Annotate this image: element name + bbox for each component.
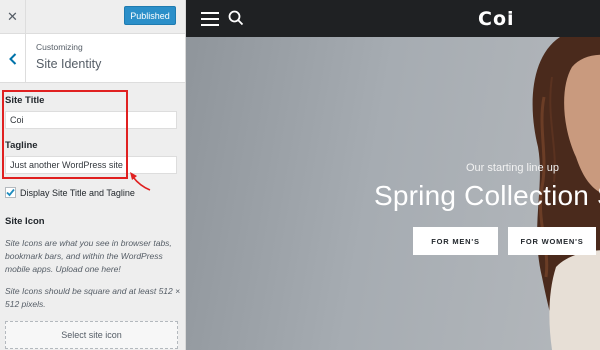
search-icon[interactable] [228, 10, 244, 26]
for-womens-button[interactable]: FOR WOMEN'S [508, 227, 596, 255]
customizer-sidebar: ✕ Published Customizing Site Identity Si… [0, 0, 186, 350]
select-site-icon-button[interactable]: Select site icon [5, 321, 178, 349]
customizer-topbar: ✕ Published [0, 0, 185, 34]
display-title-checkbox[interactable] [5, 187, 16, 198]
display-title-checkbox-row[interactable]: Display Site Title and Tagline [5, 187, 135, 198]
chevron-left-icon [8, 52, 16, 65]
hamburger-menu-icon[interactable] [201, 12, 219, 26]
section-title: Site Identity [36, 57, 102, 71]
site-header: Coi [186, 0, 600, 37]
hero-tagline: Our starting line up [466, 162, 559, 174]
site-icon-size-note: Site Icons should be square and at least… [5, 286, 181, 309]
site-preview: Coi Our starting line up Spring Collecti… [186, 0, 600, 350]
close-icon[interactable]: ✕ [0, 0, 26, 34]
for-mens-button[interactable]: FOR MEN'S [413, 227, 498, 255]
published-button[interactable]: Published [124, 6, 176, 25]
site-icon-heading: Site Icon [5, 216, 45, 227]
tagline-label: Tagline [5, 140, 38, 151]
back-button[interactable] [0, 34, 26, 83]
checkmark-icon [6, 188, 15, 197]
site-title-input[interactable] [5, 111, 177, 129]
display-title-label: Display Site Title and Tagline [20, 187, 135, 198]
breadcrumb: Customizing [36, 42, 83, 52]
site-logo[interactable]: Coi [478, 8, 515, 30]
site-icon-description: Site Icons are what you see in browser t… [5, 238, 172, 274]
tagline-input[interactable] [5, 156, 177, 174]
site-title-label: Site Title [5, 95, 45, 106]
section-header: Customizing Site Identity [0, 34, 185, 83]
hero-title: Spring Collection SS [374, 180, 600, 211]
